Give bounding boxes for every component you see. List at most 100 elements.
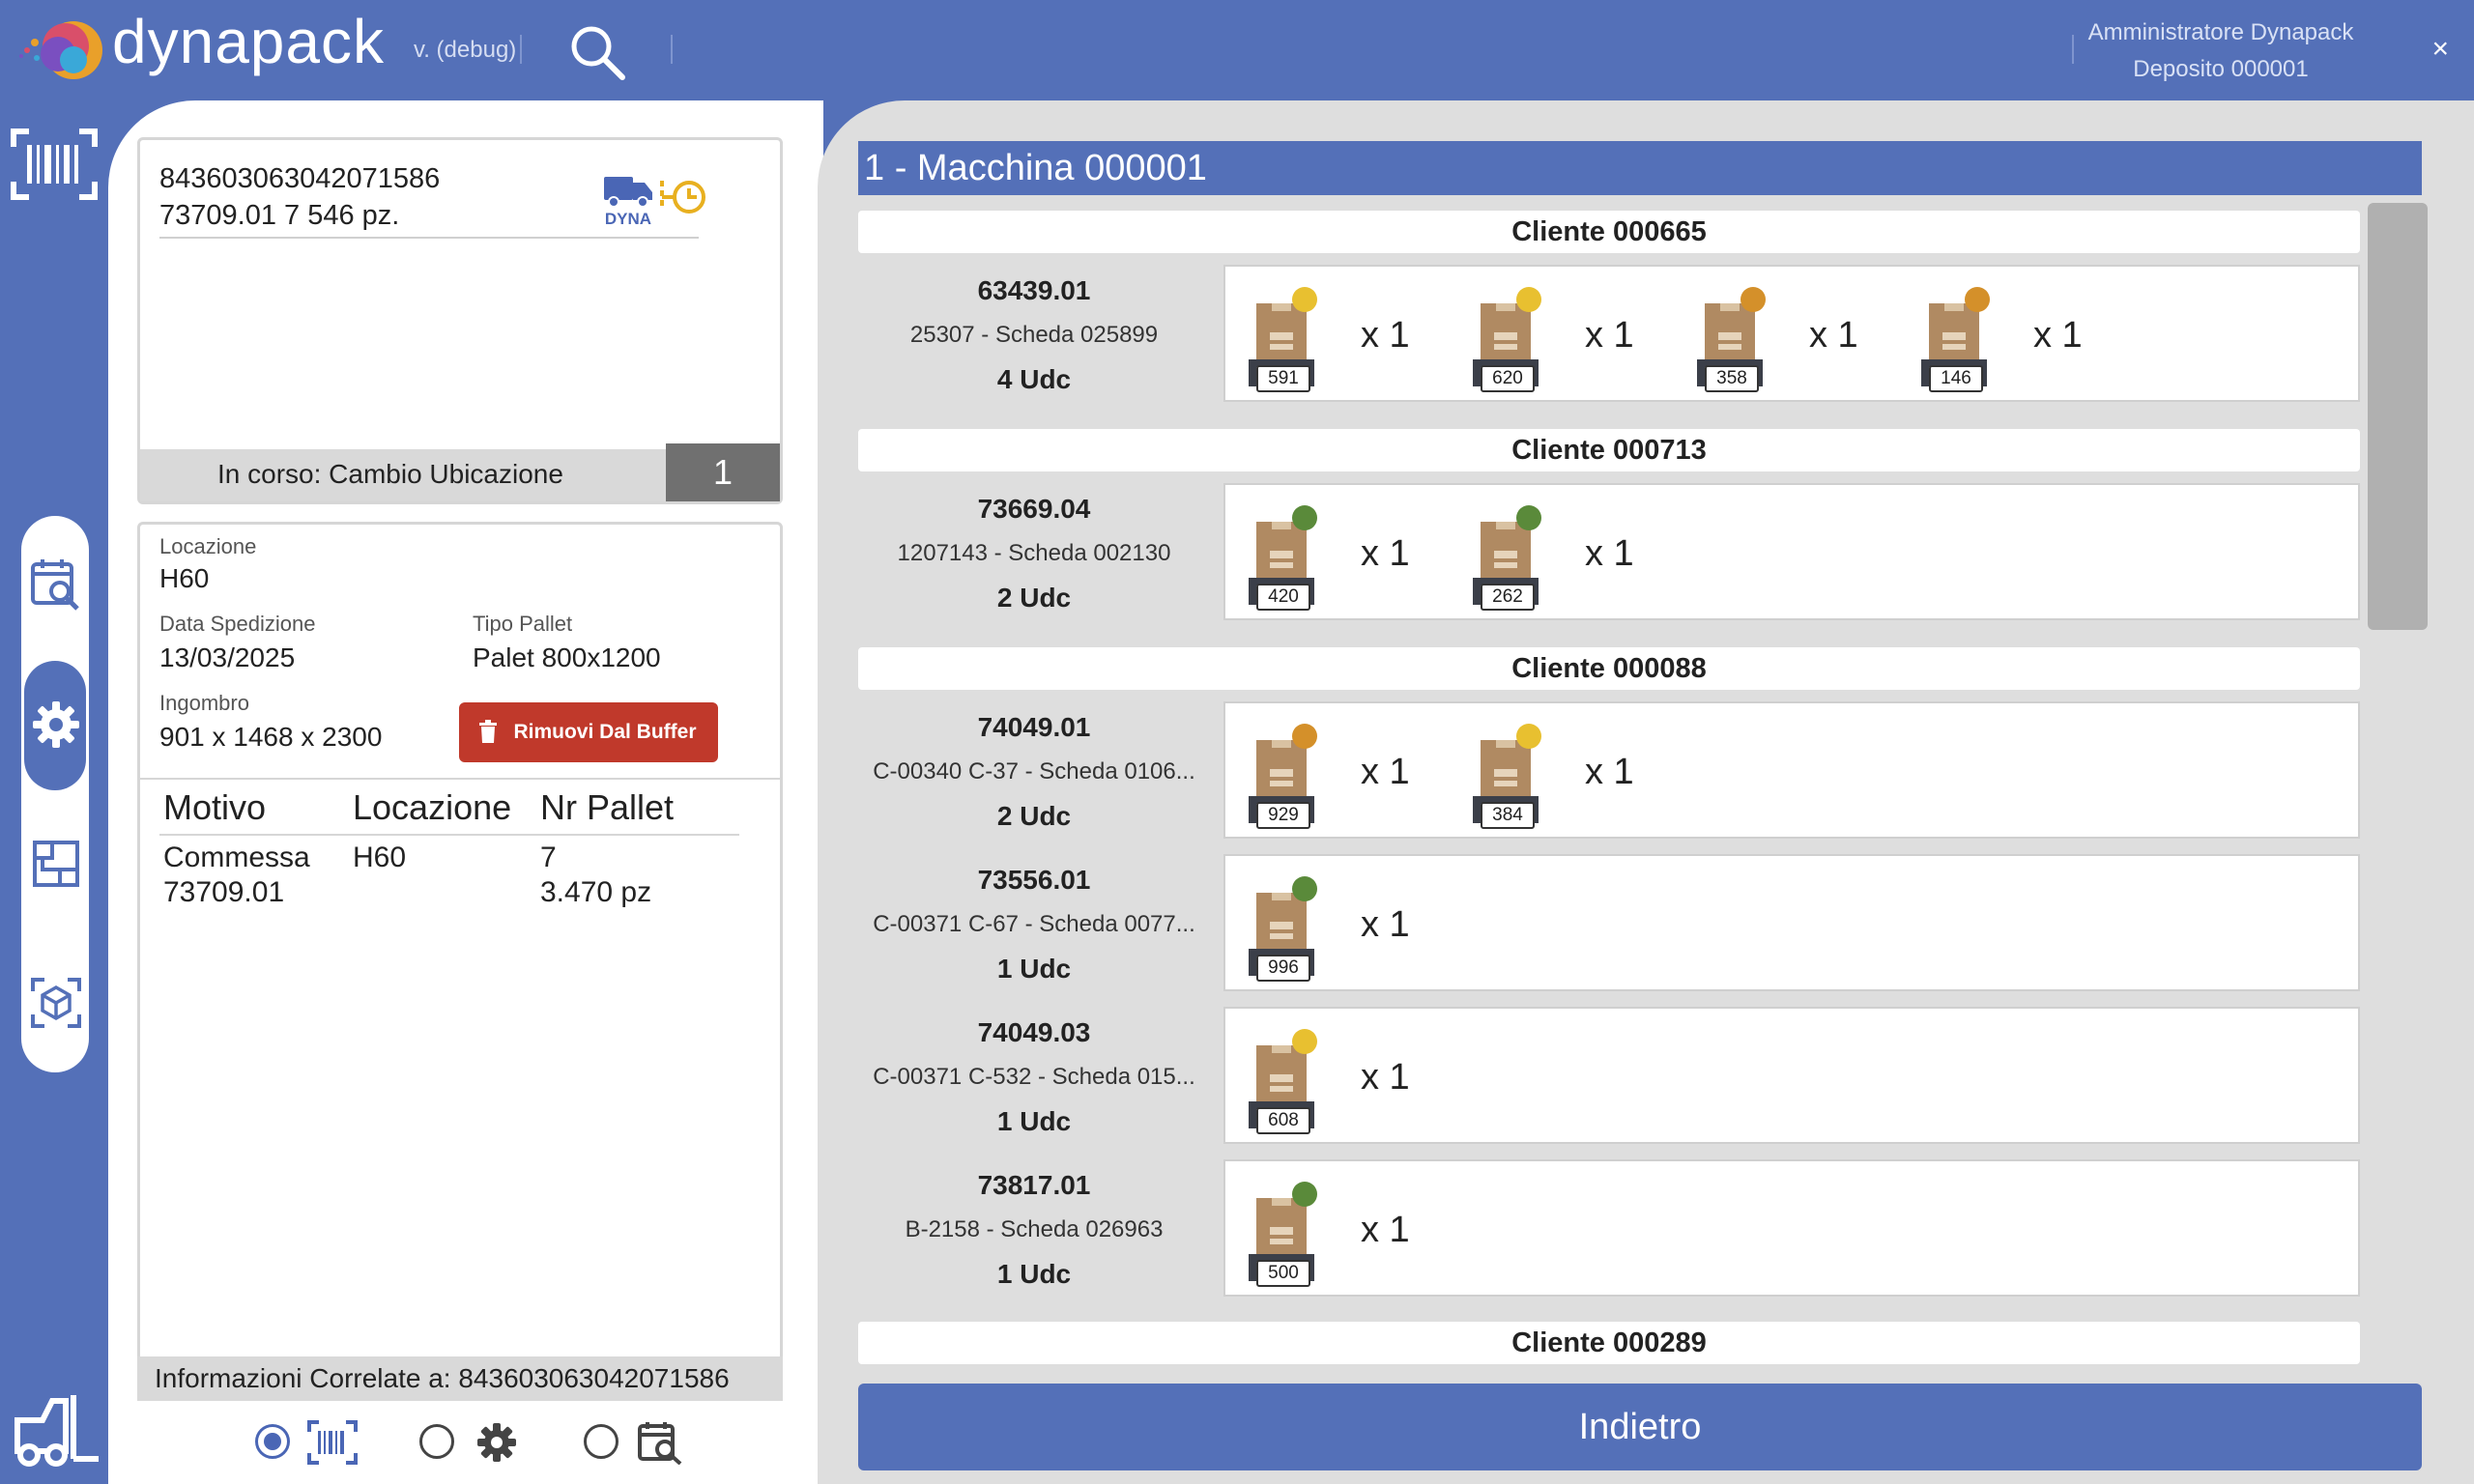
search-icon[interactable] [564,19,630,85]
udc-pallet-list: 591 x 1 620 x 1 358 x 1 146 x 1 [1223,265,2360,402]
client-header: Cliente 000289 [858,1322,2360,1364]
status-count-badge: 1 [666,443,780,501]
order-desc: C-00371 C-532 - Scheda 015... [873,1064,1195,1090]
top-bar: dynapack v. (debug) Amministratore Dynap… [0,0,2474,100]
user-name: Amministratore Dynapack [2087,19,2354,45]
divider [159,834,739,836]
order-code: 74049.03 [977,1017,1091,1047]
tab-radio-calendar[interactable] [584,1424,618,1459]
pallet-icon[interactable]: 996 [1243,871,1320,982]
forklift-icon[interactable] [10,1391,101,1469]
pallet-icon[interactable]: 384 [1467,719,1544,829]
pallet-type-label: Tipo Pallet [473,612,573,636]
order-desc: 25307 - Scheda 025899 [909,322,1159,348]
udc-pallet-list: 929 x 1 384 x 1 [1223,701,2360,839]
col-header-motivo: Motivo [163,787,267,827]
status-text: In corso: Cambio Ubicazione [217,459,563,489]
calendar-search-icon[interactable] [29,556,83,611]
pallet-number: 358 [1705,365,1759,392]
dyna-label: DYNA [604,210,652,228]
pallet-icon[interactable]: 262 [1467,500,1544,611]
pallet-number: 591 [1256,365,1310,392]
pallet-quantity: x 1 [1809,315,1858,356]
cell-motivo: Commessa [163,842,310,873]
size-label: Ingombro [159,691,249,715]
brand-name: dynapack [112,7,385,76]
tab-radio-settings[interactable] [419,1424,454,1459]
pallet-quantity: x 1 [1361,1057,1410,1098]
order-info[interactable]: 74049.03 C-00371 C-532 - Scheda 015... 1 U… [858,1011,1210,1144]
machine-title: 1 - Macchina 000001 [858,141,2422,195]
scrollbar[interactable] [2368,203,2428,630]
pallet-icon[interactable]: 146 [1915,282,1993,392]
pallet-icon[interactable]: 591 [1243,282,1320,392]
pallet-quantity: x 1 [1585,752,1634,792]
order-udc: 2 Udc [996,801,1072,831]
remove-from-buffer-label: Rimuovi Dal Buffer [513,721,697,743]
cell-nr-pallet: 7 [540,842,557,873]
col-header-locazione: Locazione [353,787,512,827]
barcode-icon[interactable] [10,126,99,203]
box-scan-icon[interactable] [29,976,83,1030]
udc-code[interactable]: 843603063042071586 [159,163,440,195]
order-desc: C-00340 C-37 - Scheda 0106... [873,758,1195,785]
layout-icon[interactable] [29,837,83,891]
user-depot: Deposito 000001 [2133,56,2309,82]
app-version: v. (debug) [414,37,517,63]
divider [159,237,699,239]
size-value: 901 x 1468 x 2300 [159,722,383,752]
pallet-icon[interactable]: 929 [1243,719,1320,829]
col-header-nr-pallet: Nr Pallet [540,787,675,827]
gear-icon[interactable] [472,1420,522,1465]
pallet-icon[interactable]: 608 [1243,1024,1320,1134]
order-desc: 1207143 - Scheda 002130 [897,540,1171,566]
barcode-icon[interactable] [307,1420,358,1465]
header-divider [671,35,673,64]
order-desc: C-00371 C-67 - Scheda 0077... [873,911,1195,937]
order-info[interactable]: 73669.04 1207143 - Scheda 002130 2 Udc [858,487,1210,620]
order-info[interactable]: 73556.01 C-00371 C-67 - Scheda 0077... 1 U… [858,858,1210,991]
back-button[interactable]: Indietro [858,1384,2422,1470]
pallet-number: 420 [1256,584,1310,611]
article-line: 73709.01 7 546 pz. [159,200,400,231]
gear-icon[interactable] [29,698,83,752]
status-bar: In corso: Cambio Ubicazione [140,449,668,501]
ship-date-label: Data Spedizione [159,612,316,636]
order-udc: 4 Udc [996,364,1072,394]
order-desc: B-2158 - Scheda 026963 [905,1216,1164,1242]
pallet-icon[interactable]: 358 [1691,282,1769,392]
remove-from-buffer-button[interactable]: Rimuovi Dal Buffer [459,702,718,762]
order-info[interactable]: 74049.01 C-00340 C-37 - Scheda 0106... 2 U… [858,705,1210,839]
udc-pallet-list: 608 x 1 [1223,1007,2360,1144]
pallet-number: 262 [1481,584,1535,611]
pallet-quantity: x 1 [1361,904,1410,945]
order-udc: 1 Udc [996,1259,1072,1289]
pallet-icon[interactable]: 500 [1243,1177,1320,1287]
order-udc: 2 Udc [996,583,1072,613]
order-code: 73817.01 [977,1170,1091,1200]
order-code: 73669.04 [977,494,1091,524]
pallet-icon[interactable]: 620 [1467,282,1544,392]
pallet-icon[interactable]: 420 [1243,500,1320,611]
order-info[interactable]: 63439.01 25307 - Scheda 025899 4 Udc [858,269,1210,402]
pallet-number: 929 [1256,802,1310,829]
header-divider [520,35,522,64]
pallet-quantity: x 1 [2033,315,2083,356]
cell-locazione: H60 [353,842,407,873]
pallet-quantity: x 1 [1585,315,1634,356]
cell-motivo: 73709.01 [163,876,285,908]
calendar-search-icon[interactable] [636,1420,686,1465]
client-header: Cliente 000665 [858,211,2360,253]
pallet-quantity: x 1 [1361,1210,1410,1250]
close-button[interactable]: × [2431,33,2449,66]
pallet-quantity: x 1 [1361,752,1410,792]
udc-pallet-list: 420 x 1 262 x 1 [1223,483,2360,620]
order-code: 63439.01 [977,275,1091,305]
info-card: Locazione H60 Data Spedizione 13/03/2025… [137,522,783,1362]
clock-history-icon [660,181,705,214]
order-udc: 1 Udc [996,954,1072,984]
tab-radio-barcode[interactable] [255,1424,290,1459]
order-info[interactable]: 73817.01 B-2158 - Scheda 026963 1 Udc [858,1163,1210,1297]
client-header: Cliente 000713 [858,429,2360,471]
order-code: 73556.01 [977,865,1091,895]
